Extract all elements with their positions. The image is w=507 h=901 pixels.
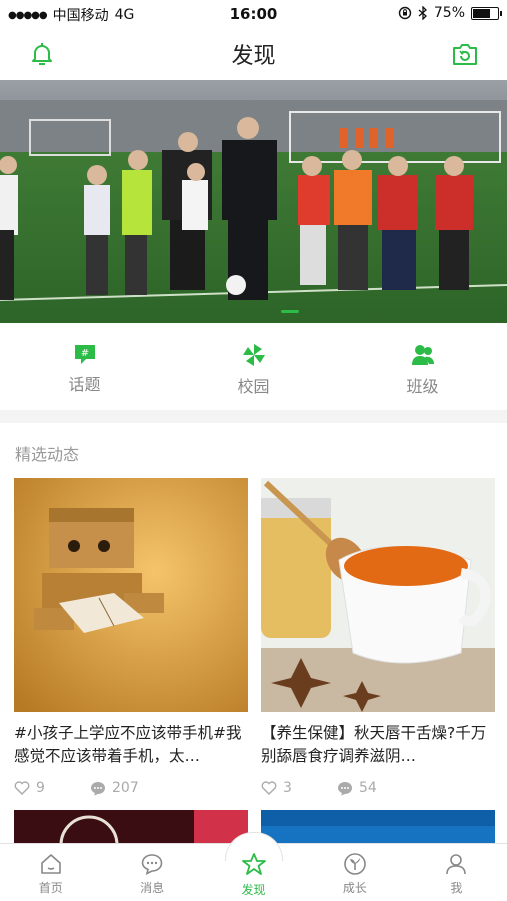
tab-label: 发现 (241, 883, 266, 897)
like-count: 3 (283, 780, 292, 796)
quick-nav-label: 校园 (237, 377, 270, 396)
like-count: 9 (36, 780, 45, 796)
quick-nav-campus[interactable]: 校园 (169, 323, 338, 410)
tab-discover[interactable]: 发现 (203, 832, 304, 901)
card-image-art (14, 478, 248, 712)
rotation-lock-icon (398, 6, 412, 20)
tab-label: 消息 (140, 881, 165, 895)
tab-profile[interactable]: 我 (406, 844, 507, 901)
comment-button[interactable]: 54 (337, 780, 377, 796)
status-right: 75% (398, 5, 502, 21)
card-image-art (14, 810, 248, 843)
campus-pinwheel-icon (242, 344, 265, 366)
feed-card[interactable]: 【养生保健】秋天唇干舌燥?千万别舔唇食疗调养滋阴… 3 54 (261, 478, 495, 796)
topic-hash-icon: # (74, 345, 95, 364)
tab-label: 首页 (38, 881, 63, 895)
tab-bar: 首页 消息 发现 成长 我 (0, 832, 507, 901)
page-title: 发现 (231, 44, 276, 69)
feed-card-preview[interactable] (14, 810, 248, 843)
tab-label: 我 (450, 881, 463, 895)
comment-count: 54 (359, 780, 377, 796)
card-stats: 3 54 (261, 780, 495, 796)
card-caption: 【养生保健】秋天唇干舌燥?千万别舔唇食疗调养滋阴… (261, 724, 487, 765)
battery-percent: 75% (433, 5, 465, 21)
tab-label: 成长 (342, 881, 367, 895)
bluetooth-icon (418, 6, 427, 20)
card-image-art (261, 810, 495, 843)
banner-image[interactable] (0, 80, 507, 323)
card-image[interactable] (14, 478, 248, 712)
profile-icon (446, 854, 467, 875)
tab-home[interactable]: 首页 (0, 844, 101, 901)
card-stats: 9 207 (14, 780, 248, 796)
like-button[interactable]: 9 (14, 780, 90, 796)
quick-nav-label: 班级 (406, 377, 439, 396)
feed-card-preview[interactable] (261, 810, 495, 843)
heart-icon (261, 781, 277, 795)
quick-nav-topic[interactable]: # 话题 (0, 323, 169, 410)
card-image[interactable] (261, 478, 495, 712)
card-caption: #小孩子上学应不应该带手机#我感觉不应该带着手机，太… (14, 724, 242, 765)
carousel-indicator (281, 310, 299, 313)
comment-icon (91, 781, 105, 795)
camera-button[interactable] (449, 38, 481, 70)
card-image-art (261, 478, 495, 712)
heart-icon (14, 781, 30, 795)
quick-nav: # 话题 校园 班级 (0, 323, 507, 410)
nav-header: 发现 (0, 28, 507, 80)
svg-text:#: # (80, 348, 88, 359)
banner-carousel[interactable] (0, 80, 507, 323)
home-icon (40, 854, 61, 874)
discover-icon (241, 853, 266, 875)
camera-icon (453, 44, 477, 65)
comment-button[interactable]: 207 (90, 780, 139, 796)
tab-messages[interactable]: 消息 (101, 844, 202, 901)
message-icon (141, 854, 163, 875)
tab-growth[interactable]: 成长 (304, 844, 405, 901)
battery-fill (473, 8, 490, 18)
growth-sprout-icon (344, 853, 366, 875)
like-button[interactable]: 3 (261, 780, 337, 796)
comment-count: 207 (112, 780, 139, 796)
section-title: 精选动态 (15, 445, 80, 464)
feed-card[interactable]: #小孩子上学应不应该带手机#我感觉不应该带着手机，太… 9 207 (14, 478, 248, 796)
class-people-icon (411, 345, 434, 365)
quick-nav-label: 话题 (68, 375, 101, 394)
featured-section: 精选动态 #小孩子上学应不应该带手机#我感觉不应该带着手机，太… 9 207 【… (0, 423, 507, 843)
comment-icon (338, 781, 352, 795)
battery-icon (471, 6, 502, 20)
status-bar: ●●●●● 中国移动 4G 16:00 75% (0, 0, 507, 28)
quick-nav-class[interactable]: 班级 (338, 323, 507, 410)
